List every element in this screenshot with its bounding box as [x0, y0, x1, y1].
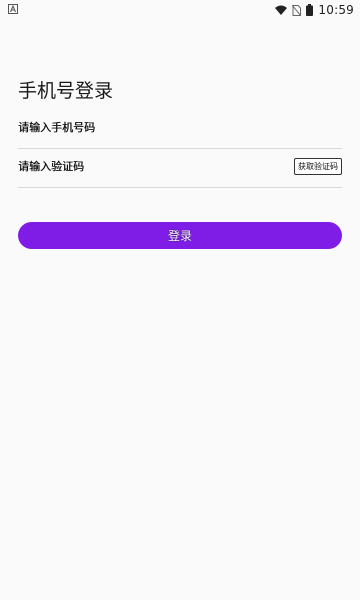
page-title: 手机号登录 — [18, 80, 114, 102]
notification-a-icon — [8, 3, 18, 17]
battery-icon — [306, 4, 314, 16]
status-left — [8, 3, 18, 17]
status-right: 10:59 — [275, 3, 354, 17]
verification-code-input[interactable] — [18, 160, 238, 173]
status-bar: 10:59 — [0, 0, 360, 20]
login-button[interactable]: 登录 — [18, 222, 342, 249]
no-sim-icon — [292, 4, 302, 16]
wifi-icon — [275, 5, 288, 15]
get-code-button[interactable]: 获取验证码 — [294, 158, 342, 175]
phone-input[interactable] — [18, 121, 238, 134]
code-field-row: 获取验证码 — [18, 146, 342, 188]
phone-field-row — [18, 107, 342, 149]
status-time: 10:59 — [318, 3, 354, 17]
